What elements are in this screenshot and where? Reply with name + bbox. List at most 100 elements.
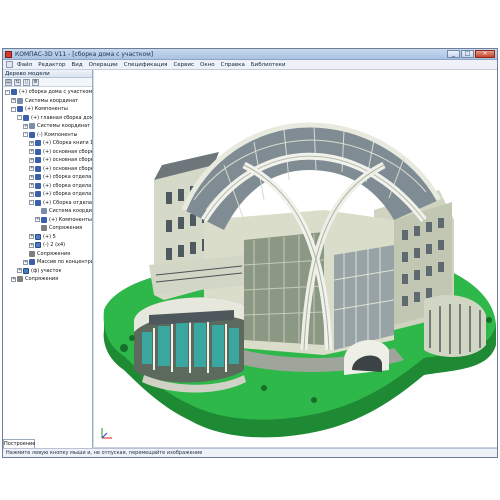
tree-item[interactable]: - (+) Компоненты [3, 105, 92, 114]
tree-item-label: Массив по концентрич [37, 259, 92, 265]
tree-item[interactable]: - (+) главная сборка дома [3, 114, 92, 123]
tab-construction[interactable]: Построение [3, 439, 35, 448]
tree-item-label: (+) Сборка отдела [43, 199, 92, 206]
expand-icon[interactable]: + [29, 234, 34, 240]
tree-item[interactable]: + (+) основная сборка [3, 148, 92, 157]
tree-order-button[interactable]: ⇆ [14, 78, 21, 86]
tree-item-label: (+) Компоненты [25, 106, 68, 112]
expand-icon[interactable]: + [29, 242, 34, 248]
tree-item[interactable]: Сопряжения [3, 250, 92, 259]
expand-icon[interactable]: + [23, 123, 28, 129]
tree-item[interactable]: + (ф) участок [3, 267, 92, 276]
expand-icon[interactable]: + [29, 174, 34, 180]
tree-item-label: Системы координат [37, 123, 91, 129]
expand-icon[interactable]: + [17, 268, 22, 274]
tree-item[interactable]: - (-) Компоненты [3, 131, 92, 140]
tree-item-label: (-) Компоненты [37, 131, 78, 138]
link-icon [17, 276, 23, 283]
tree-item-label: Сопряжения [37, 250, 71, 257]
expand-icon[interactable]: + [29, 157, 34, 163]
tree-item[interactable]: + Системы координат [3, 97, 92, 106]
tree-item[interactable]: + (+) сборка отдела [3, 173, 92, 182]
collapse-icon[interactable]: - [29, 200, 34, 206]
assembly-icon [35, 191, 41, 198]
tree-item-label: (+) главная сборка дома [31, 114, 92, 121]
tree-item[interactable]: + Массив по концентрич [3, 258, 92, 267]
menu-view[interactable]: Вид [71, 62, 82, 68]
panel-title: Дерево модели [3, 70, 92, 78]
assembly-icon [17, 106, 23, 113]
assembly-icon [35, 157, 41, 164]
expand-icon[interactable]: + [29, 140, 34, 146]
collapse-icon[interactable]: - [23, 132, 28, 138]
maximize-button[interactable]: □ [461, 50, 474, 58]
tree-panel-button[interactable]: ▯ [23, 78, 30, 86]
app-window: КОМПАС-3D V11 - [сборка дома с участком]… [2, 48, 498, 458]
tree-item[interactable]: + (+) 5 [3, 233, 92, 242]
tree-item[interactable]: + (+) основная сборка [3, 165, 92, 174]
menu-help[interactable]: Справка [221, 62, 245, 68]
assembly-icon [35, 199, 41, 206]
tree-item[interactable]: + Системы координат [3, 122, 92, 131]
menu-service[interactable]: Сервис [173, 62, 194, 68]
menu-specification[interactable]: Спецификация [124, 62, 168, 68]
tree-item-label: (+) основная сборка [43, 165, 92, 172]
expand-icon[interactable]: + [29, 166, 34, 172]
expand-icon[interactable]: + [29, 191, 34, 197]
tree-settings-button[interactable]: ⚙ [32, 78, 39, 86]
expand-icon[interactable]: + [35, 217, 40, 223]
model-tree-panel: Дерево модели ▤ ⇆ ▯ ⚙ - (+) сборка дома с… [3, 70, 93, 448]
collapse-icon[interactable]: - [17, 115, 22, 121]
part-icon [23, 267, 29, 274]
collapse-icon[interactable]: - [11, 106, 16, 112]
tree-item[interactable]: + (+) сборка отдела [3, 190, 92, 199]
tree-item[interactable]: - (+) Сборка отдела [3, 199, 92, 208]
tree-item[interactable]: Система координ [3, 207, 92, 216]
tree-item-label: (+) сборка дома с участком (Тел.0) [19, 89, 92, 95]
assembly-icon [11, 89, 17, 96]
tree-item-label: Сопряжения [49, 225, 83, 231]
tree-item-label: Сопряжения [25, 276, 59, 282]
coord-icon [41, 208, 47, 215]
expand-icon[interactable]: + [11, 276, 16, 282]
tree-item[interactable]: - (+) сборка дома с участком (Тел.0) [3, 88, 92, 97]
document-icon[interactable] [6, 61, 13, 68]
expand-icon[interactable]: + [11, 98, 16, 104]
coord-icon [29, 123, 35, 130]
window-title: КОМПАС-3D V11 - [сборка дома с участком] [15, 51, 154, 58]
tree-item[interactable]: + Сопряжения [3, 275, 92, 284]
tree-item-label: (+) основная сборка [43, 157, 92, 163]
tree-item-label: (+) 5 [43, 233, 56, 240]
minimize-button[interactable]: _ [447, 50, 460, 58]
close-button[interactable]: × [475, 50, 495, 58]
model-tree: -(+) сборка дома с участком (Тел.0)+Сист… [3, 87, 92, 284]
status-bar: Нажмите левую кнопку мыши и, не отпуская… [3, 448, 497, 457]
tree-item[interactable]: + (+) Сборка книги 1 [3, 139, 92, 148]
expand-icon[interactable]: + [29, 183, 34, 189]
menu-operations[interactable]: Операции [89, 62, 118, 68]
tree-item[interactable]: Сопряжения [3, 224, 92, 233]
expand-icon[interactable]: + [29, 149, 34, 155]
tree-item[interactable]: + (+) Компоненты [3, 216, 92, 225]
menu-window[interactable]: Окно [200, 62, 215, 68]
tree-item[interactable]: + (+) сборка отдела [3, 182, 92, 191]
collapse-icon[interactable]: - [5, 89, 10, 95]
tree-item-label: Система координ [49, 208, 92, 214]
menu-libraries[interactable]: Библиотеки [251, 62, 286, 68]
tree-item-label: (+) Сборка книги 1 [43, 140, 92, 146]
assembly-icon [35, 148, 41, 155]
tree-item[interactable]: + (-) 2 (x4) [3, 241, 92, 250]
expand-icon[interactable]: + [23, 259, 28, 265]
tree-item-label: Системы координат [25, 97, 79, 104]
model-viewport[interactable] [94, 70, 497, 448]
tree-item-label: (+) Компоненты [49, 216, 92, 223]
assembly-icon [35, 182, 41, 189]
menu-file[interactable]: Файл [17, 62, 32, 68]
tree-item[interactable]: + (+) основная сборка [3, 156, 92, 165]
menu-edit[interactable]: Редактор [38, 62, 65, 68]
title-bar[interactable]: КОМПАС-3D V11 - [сборка дома с участком]… [3, 49, 497, 60]
tree-view-button[interactable]: ▤ [5, 78, 12, 86]
